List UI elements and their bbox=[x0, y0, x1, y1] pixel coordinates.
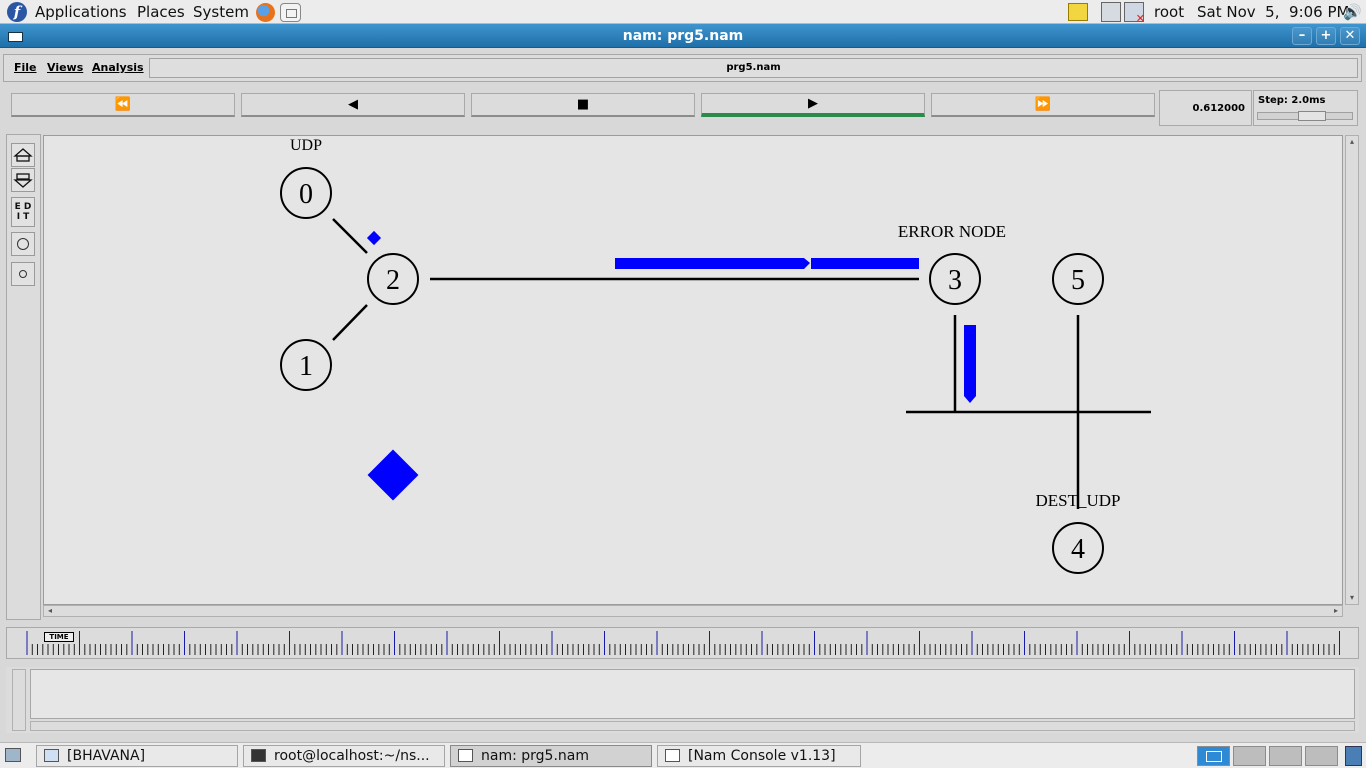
current-time: 0.612000 bbox=[1159, 90, 1252, 126]
task-label: [BHAVANA] bbox=[67, 748, 146, 764]
notes-applet-icon[interactable] bbox=[1068, 3, 1088, 21]
mail-launcher-icon[interactable] bbox=[280, 3, 301, 22]
annotation-list[interactable] bbox=[30, 669, 1355, 719]
node-2-label: 2 bbox=[386, 265, 400, 296]
packet-flow-1 bbox=[615, 258, 810, 269]
window-title: nam: prg5.nam bbox=[622, 28, 744, 44]
terminal-icon bbox=[251, 749, 266, 762]
show-desktop-icon[interactable] bbox=[5, 748, 21, 762]
firefox-launcher-icon[interactable] bbox=[256, 3, 275, 22]
zoom-out-icon[interactable] bbox=[11, 168, 35, 192]
node-5[interactable]: 5 bbox=[1052, 253, 1104, 305]
workspace-3[interactable] bbox=[1269, 746, 1302, 766]
small-circle-icon[interactable] bbox=[11, 262, 35, 286]
node-4[interactable]: 4 bbox=[1052, 522, 1104, 574]
minimize-button[interactable]: – bbox=[1292, 27, 1312, 45]
network-canvas[interactable]: 0 1 2 3 5 4 UDP ERROR NODE DEST_UDP bbox=[43, 135, 1343, 605]
step-control: Step: 2.0ms bbox=[1253, 90, 1358, 126]
node-5-label: 5 bbox=[1071, 265, 1085, 296]
udp-label: UDP bbox=[290, 137, 322, 154]
window-icon bbox=[458, 749, 473, 762]
play-button[interactable]: ▶ bbox=[701, 93, 925, 117]
trace-filename: prg5.nam bbox=[149, 58, 1358, 78]
step-slider-thumb[interactable] bbox=[1298, 111, 1326, 121]
node-4-label: 4 bbox=[1071, 534, 1085, 565]
node-0[interactable]: 0 bbox=[280, 167, 332, 219]
task-terminal[interactable]: root@localhost:~/ns... bbox=[243, 745, 445, 767]
annotation-panel bbox=[6, 667, 1359, 733]
rewind-button[interactable]: ⏪ bbox=[11, 93, 235, 117]
annotation-horizontal-scrollbar[interactable] bbox=[30, 721, 1355, 731]
menu-file[interactable]: File bbox=[14, 61, 37, 75]
clock[interactable]: Sat Nov 5, 9:06 PM bbox=[1197, 2, 1349, 22]
node-3-label: 3 bbox=[948, 265, 962, 296]
zoom-in-icon[interactable] bbox=[11, 143, 35, 167]
network-monitor-icon[interactable] bbox=[1101, 2, 1121, 22]
trash-icon[interactable] bbox=[1345, 746, 1362, 766]
window-icon bbox=[665, 749, 680, 762]
places-menu[interactable]: Places bbox=[137, 2, 185, 22]
menu-analysis[interactable]: Analysis bbox=[92, 61, 144, 75]
packet-small bbox=[366, 230, 382, 246]
packet-flow-2 bbox=[811, 258, 919, 269]
task-label: root@localhost:~/ns... bbox=[274, 748, 430, 764]
dropped-packet bbox=[367, 449, 419, 501]
bottom-panel: [BHAVANA] root@localhost:~/ns... nam: pr… bbox=[0, 742, 1366, 768]
applications-menu[interactable]: Applications bbox=[35, 2, 127, 22]
workspace-1[interactable] bbox=[1197, 746, 1230, 766]
link-1-2 bbox=[332, 304, 368, 341]
step-slider[interactable] bbox=[1257, 111, 1353, 121]
menubar: File Views Analysis prg5.nam bbox=[3, 54, 1362, 82]
node-2[interactable]: 2 bbox=[367, 253, 419, 305]
dest-udp-label: DEST_UDP bbox=[1035, 491, 1120, 510]
step-back-button[interactable]: ◀ bbox=[241, 93, 465, 117]
maximize-button[interactable]: + bbox=[1316, 27, 1336, 45]
top-panel: f Applications Places System root Sat No… bbox=[0, 0, 1366, 25]
timeline-time-label[interactable]: TIME bbox=[44, 632, 74, 642]
packet-flow-down bbox=[964, 325, 976, 403]
network-disconnected-icon[interactable] bbox=[1124, 2, 1145, 25]
node-0-label: 0 bbox=[299, 179, 313, 210]
large-circle-icon[interactable] bbox=[11, 232, 35, 256]
timeline-slider[interactable]: TIME bbox=[6, 627, 1359, 659]
fast-forward-button[interactable]: ⏩ bbox=[931, 93, 1155, 117]
task-nam-console[interactable]: [Nam Console v1.13] bbox=[657, 745, 861, 767]
node-3[interactable]: 3 bbox=[929, 253, 981, 305]
edit-button[interactable]: E D I T bbox=[11, 197, 35, 227]
fedora-logo-icon[interactable]: f bbox=[7, 2, 27, 22]
scroll-left-icon[interactable]: ◂ bbox=[45, 606, 55, 616]
node-1[interactable]: 1 bbox=[280, 339, 332, 391]
close-button[interactable]: ✕ bbox=[1340, 27, 1360, 45]
task-nam-window[interactable]: nam: prg5.nam bbox=[450, 745, 652, 767]
scroll-down-icon[interactable]: ▾ bbox=[1347, 593, 1357, 603]
left-toolbar: E D I T bbox=[6, 134, 41, 620]
step-label: Step: 2.0ms bbox=[1258, 95, 1326, 106]
timeline-ticks bbox=[26, 631, 1340, 655]
canvas-horizontal-scrollbar[interactable]: ◂ ▸ bbox=[43, 605, 1343, 617]
folder-icon bbox=[44, 749, 59, 762]
window-menu-icon[interactable] bbox=[4, 28, 26, 44]
task-label: [Nam Console v1.13] bbox=[688, 748, 836, 764]
stop-button[interactable]: ■ bbox=[471, 93, 695, 117]
task-bhavana[interactable]: [BHAVANA] bbox=[36, 745, 238, 767]
system-menu[interactable]: System bbox=[193, 2, 249, 22]
user-name[interactable]: root bbox=[1154, 2, 1184, 22]
workspace-4[interactable] bbox=[1305, 746, 1338, 766]
node-1-label: 1 bbox=[299, 351, 313, 382]
scroll-right-icon[interactable]: ▸ bbox=[1331, 606, 1341, 616]
workspace-2[interactable] bbox=[1233, 746, 1266, 766]
annotation-vertical-scrollbar[interactable] bbox=[12, 669, 26, 731]
scroll-up-icon[interactable]: ▴ bbox=[1347, 137, 1357, 147]
window-titlebar[interactable]: nam: prg5.nam – + ✕ bbox=[0, 24, 1366, 48]
menu-views[interactable]: Views bbox=[47, 61, 83, 75]
task-label: nam: prg5.nam bbox=[481, 748, 589, 764]
volume-icon[interactable]: 🔊 bbox=[1343, 3, 1363, 21]
canvas-vertical-scrollbar[interactable]: ▴ ▾ bbox=[1345, 135, 1359, 605]
error-node-label: ERROR NODE bbox=[898, 222, 1006, 241]
link-0-2 bbox=[332, 218, 368, 254]
